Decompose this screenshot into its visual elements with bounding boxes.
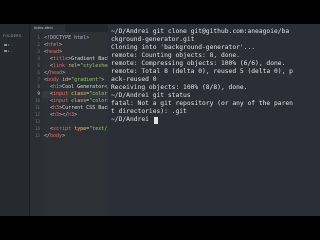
terminal-line: ckground-generator.git: [111, 36, 195, 43]
code-token: <: [44, 112, 54, 118]
code-line: <link rel="stylesheet" type=": [44, 63, 108, 70]
code-line: <body id="gradient">: [44, 77, 104, 84]
code-line: <!DOCTYPE html>: [44, 35, 89, 42]
code-token: <: [44, 56, 54, 62]
code-token: Cool Generator: [62, 84, 105, 90]
sidebar-title: FOLDERS: [3, 34, 22, 38]
line-number: 3: [37, 50, 40, 55]
code-token: <: [44, 91, 54, 97]
letterbox-top: [0, 0, 320, 24]
line-number: 1: [37, 36, 40, 41]
folder-tree-item[interactable]: ▸ ...: [4, 49, 13, 53]
code-token: >: [62, 133, 66, 139]
code-token: ></: [59, 112, 69, 118]
code-token: id: [59, 77, 69, 83]
folder-icon: [4, 50, 7, 52]
folder-tree-label: ▾ ...: [8, 43, 14, 47]
terminal-line: ~/D/Andrei git clone git@github.com:anea…: [111, 28, 290, 35]
code-token: head: [47, 49, 60, 55]
code-token: body: [50, 133, 63, 139]
code-line: <head>: [44, 49, 62, 56]
terminal[interactable]: ~/D/Andrei git clone git@github.com:anea…: [108, 24, 320, 216]
code-token: html: [47, 42, 60, 48]
line-number: 4: [37, 57, 40, 62]
folder-icon: [4, 44, 7, 46]
terminal-line: ~/D/Andrei: [111, 116, 153, 123]
terminal-line: remote: Compressing objects: 100% (6/6),…: [111, 60, 286, 67]
code-token: type: [71, 126, 87, 132]
code-token: title: [53, 56, 69, 62]
code-token: <: [44, 126, 54, 132]
code-line: </head>: [44, 70, 65, 77]
code-token: "color1": [89, 91, 108, 97]
code-token: head: [50, 70, 63, 76]
terminal-line: Receiving objects: 100% (8/8), done.: [111, 84, 248, 91]
code-token: class: [68, 91, 87, 97]
code-token: <!DOCTYPE html>: [44, 35, 90, 41]
folder-tree-item[interactable]: ▾ ...: [4, 43, 13, 47]
sidebar: FOLDERS ▾ ... ▸ ...: [0, 24, 30, 216]
line-number: 12: [34, 113, 40, 118]
code-line: <input class="color1" type="c: [44, 91, 108, 98]
line-number: 10: [34, 99, 40, 104]
terminal-line: ack-reused 0: [111, 76, 157, 83]
code-line: </body>: [44, 133, 65, 140]
code-token: link: [53, 63, 66, 69]
code-line: <h3></h3>: [44, 112, 77, 119]
code-token: class: [68, 98, 87, 104]
code-editor[interactable]: index.html 1 2 3 4 5 6 7 8 9 10 11 12 13 14 15 <!DOCTY…: [30, 24, 108, 216]
code-token: input: [53, 98, 69, 104]
code-token: >: [59, 49, 63, 55]
code-token: "color2": [89, 98, 108, 104]
code-token: input: [53, 91, 69, 97]
code-token: body: [47, 77, 60, 83]
editor-tab-bar: index.html: [30, 24, 108, 32]
code-line: <input class="color2" type="c: [44, 98, 108, 105]
letterbox-bottom: [0, 216, 320, 240]
code-token: <: [44, 84, 54, 90]
code-token: Gradient Background: [71, 56, 108, 62]
code-token: script: [53, 126, 72, 132]
code-token: >: [62, 70, 66, 76]
code-token: <: [44, 98, 54, 104]
code-line: <html>: [44, 42, 62, 49]
code-token: rel: [65, 63, 78, 69]
code-token: <: [44, 63, 54, 69]
line-number: 7: [37, 78, 40, 83]
code-line: <h3>Current CSS Background</: [44, 105, 108, 112]
terminal-line: t directories): .git: [111, 108, 187, 115]
terminal-line: Cloning into 'background-generator'...: [111, 44, 256, 51]
line-number: 5: [37, 64, 40, 69]
line-number: 13: [34, 120, 40, 125]
code-token: Current CSS Background: [62, 105, 108, 111]
terminal-cursor: [153, 117, 158, 124]
code-token: >: [101, 77, 105, 83]
code-token: "gradient": [71, 77, 102, 83]
line-number: 15: [34, 134, 40, 139]
code-token: "stylesheet": [80, 63, 108, 69]
code-token: >: [59, 42, 63, 48]
folder-tree-label: ▸ ...: [8, 49, 14, 53]
code-line: <h1>Cool Generator</h1>: [44, 84, 108, 91]
code-line: <title>Gradient Background</: [44, 56, 108, 63]
code-token: <: [44, 105, 54, 111]
terminal-line: fatal: Not a git repository (or any of t…: [111, 100, 293, 107]
terminal-line: ~/D/Andrei git status: [111, 92, 191, 99]
terminal-line: remote: Counting objects: 8, done.: [111, 52, 240, 59]
code-line: <script type="text/javascript": [44, 126, 108, 133]
line-number: 8: [37, 85, 40, 90]
line-number: 14: [34, 127, 40, 132]
terminal-line: remote: Total 8 (delta 0), reused 5 (del…: [111, 68, 293, 75]
code-token: >: [74, 112, 78, 118]
line-number: 11: [34, 106, 40, 111]
editor-tab[interactable]: index.html: [31, 25, 65, 32]
line-number: 2: [37, 43, 40, 48]
code-token: "text/javascript": [89, 126, 108, 132]
line-number: 9: [37, 92, 40, 97]
line-number-gutter: 1 2 3 4 5 6 7 8 9 10 11 12 13 14 15: [30, 32, 42, 216]
line-number: 6: [37, 71, 40, 76]
